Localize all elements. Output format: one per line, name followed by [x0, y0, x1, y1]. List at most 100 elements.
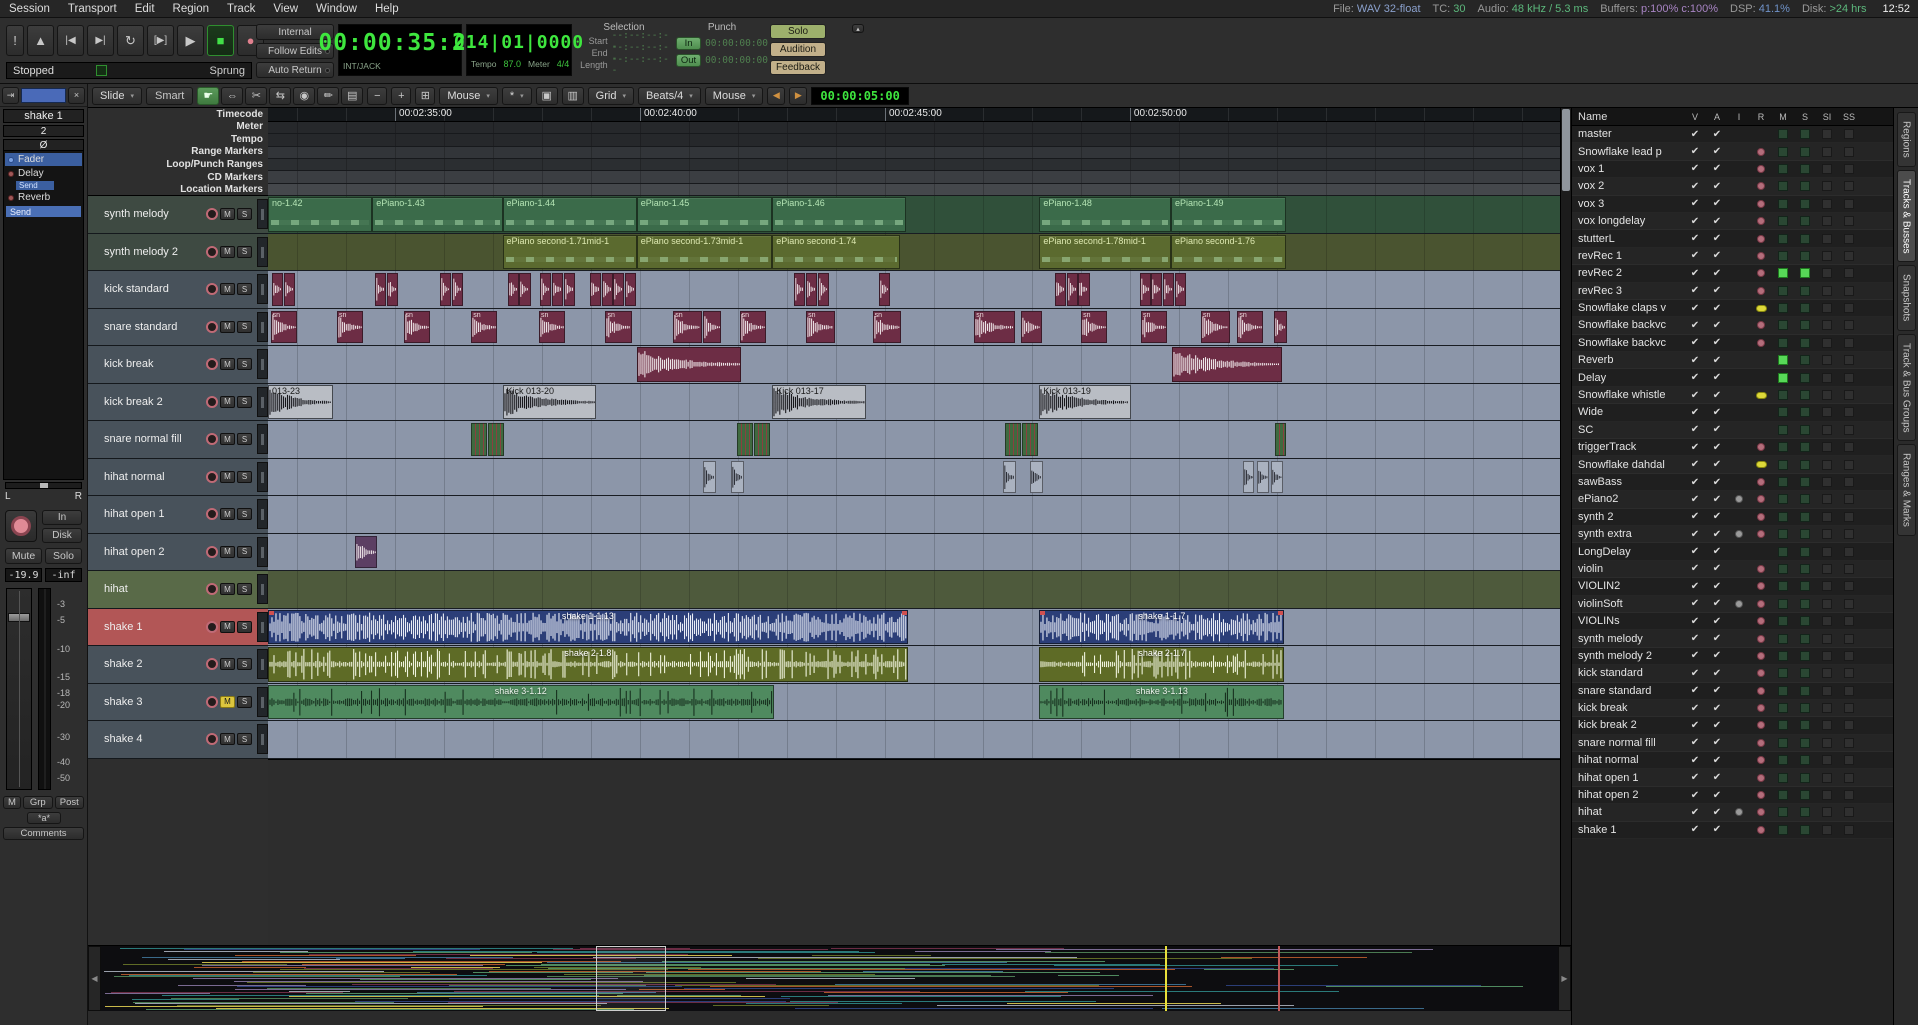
route-solo-safe-cell[interactable] [1838, 355, 1860, 365]
drum-hit-region[interactable] [1243, 461, 1255, 494]
route-visible-cell[interactable]: ✔ [1684, 668, 1706, 679]
track-record-button[interactable] [206, 208, 218, 220]
drum-hit-region[interactable] [1163, 273, 1174, 306]
route-solo-cell[interactable] [1794, 390, 1816, 400]
route-solo-safe-cell[interactable] [1838, 303, 1860, 313]
route-solo-cell[interactable] [1794, 268, 1816, 278]
drum-hit-region[interactable]: sn [806, 311, 835, 344]
route-solo-safe-cell[interactable] [1838, 164, 1860, 174]
route-solo-iso-cell[interactable] [1816, 547, 1838, 557]
track-header-shake-4[interactable]: shake 4MS [88, 721, 268, 759]
track-solo-button[interactable]: S [237, 621, 252, 633]
route-row[interactable]: Snowflake dahdal✔✔ [1572, 456, 1893, 473]
route-row[interactable]: vox 1✔✔ [1572, 161, 1893, 178]
track-solo-button[interactable]: S [237, 246, 252, 258]
track-scroll-widget[interactable] [257, 424, 268, 454]
route-mute-cell[interactable] [1772, 773, 1794, 783]
route-solo-safe-cell[interactable] [1838, 581, 1860, 591]
track-scroll-widget[interactable] [257, 537, 268, 567]
audio-region[interactable]: Kick 013-17 [772, 385, 866, 420]
route-active-cell[interactable]: ✔ [1706, 250, 1728, 261]
route-solo-safe-cell[interactable] [1838, 807, 1860, 817]
drum-hit-region[interactable]: sn [337, 311, 363, 344]
route-active-cell[interactable]: ✔ [1706, 146, 1728, 157]
route-solo-cell[interactable] [1794, 216, 1816, 226]
route-input-cell[interactable] [1728, 600, 1750, 608]
track-scroll-widget[interactable] [257, 724, 268, 754]
track-header-hihat-open-2[interactable]: hihat open 2MS [88, 534, 268, 572]
route-visible-cell[interactable]: ✔ [1684, 459, 1706, 470]
route-solo-iso-cell[interactable] [1816, 355, 1838, 365]
menu-view[interactable]: View [264, 3, 307, 15]
range-tool[interactable]: ⇔ [221, 87, 243, 105]
route-rec-cell[interactable] [1750, 756, 1772, 764]
audio-region[interactable]: shake 3-1.13 [1039, 685, 1284, 720]
route-solo-safe-cell[interactable] [1838, 268, 1860, 278]
route-visible-cell[interactable]: ✔ [1684, 790, 1706, 801]
drum-hit-region[interactable] [272, 273, 283, 306]
drum-hit-region[interactable] [590, 273, 601, 306]
route-solo-cell[interactable] [1794, 129, 1816, 139]
route-solo-cell[interactable] [1794, 720, 1816, 730]
track-scroll-widget[interactable] [257, 574, 268, 604]
peak-value[interactable]: -inf [45, 568, 82, 582]
route-row[interactable]: ePiano2✔✔ [1572, 491, 1893, 508]
route-row[interactable]: kick break 2✔✔ [1572, 717, 1893, 734]
route-rec-cell[interactable] [1750, 669, 1772, 677]
feedback-button[interactable]: Feedback [770, 60, 826, 75]
grid-unit-combo[interactable]: Beats/4▾ [638, 87, 701, 105]
goto-end-button[interactable]: ▶| [87, 25, 114, 56]
drum-hit-region[interactable] [1005, 423, 1021, 456]
audio-region[interactable]: Kick 013-20 [503, 385, 597, 420]
drum-hit-region[interactable] [703, 311, 721, 344]
route-solo-safe-cell[interactable] [1838, 442, 1860, 452]
drum-hit-region[interactable] [1257, 461, 1269, 494]
route-active-cell[interactable]: ✔ [1706, 755, 1728, 766]
track-solo-button[interactable]: S [237, 396, 252, 408]
route-visible-cell[interactable]: ✔ [1684, 616, 1706, 627]
route-solo-cell[interactable] [1794, 164, 1816, 174]
track-mute-button[interactable]: M [220, 208, 235, 220]
route-solo-iso-cell[interactable] [1816, 720, 1838, 730]
play-button[interactable]: ▶ [177, 25, 204, 56]
route-rec-cell[interactable] [1750, 652, 1772, 660]
route-solo-cell[interactable] [1794, 755, 1816, 765]
route-active-cell[interactable]: ✔ [1706, 181, 1728, 192]
punch-out-button[interactable]: Out [676, 54, 701, 67]
route-rec-cell[interactable] [1750, 217, 1772, 225]
route-active-cell[interactable]: ✔ [1706, 633, 1728, 644]
audio-region[interactable]: shake 1-1.7 [1039, 610, 1284, 645]
route-solo-iso-cell[interactable] [1816, 634, 1838, 644]
route-solo-safe-cell[interactable] [1838, 738, 1860, 748]
route-active-cell[interactable]: ✔ [1706, 216, 1728, 227]
track-solo-button[interactable]: S [237, 471, 252, 483]
route-solo-iso-cell[interactable] [1816, 164, 1838, 174]
drum-hit-region[interactable] [1275, 423, 1285, 456]
canvas-vertical-scrollbar[interactable] [1560, 108, 1571, 945]
route-solo-safe-cell[interactable] [1838, 825, 1860, 835]
route-active-cell[interactable]: ✔ [1706, 390, 1728, 401]
route-active-cell[interactable]: ✔ [1706, 477, 1728, 488]
side-tab-regions[interactable]: Regions [1897, 112, 1916, 167]
track-mute-button[interactable]: M [220, 583, 235, 595]
drum-hit-region[interactable] [440, 273, 451, 306]
pan-handle[interactable] [40, 483, 48, 488]
audio-region[interactable]: shake 2-1.8 [268, 647, 908, 682]
route-mute-cell[interactable] [1772, 512, 1794, 522]
track-record-button[interactable] [206, 621, 218, 633]
drum-hit-region[interactable]: sn [1141, 311, 1167, 344]
route-solo-iso-cell[interactable] [1816, 286, 1838, 296]
route-visible-cell[interactable]: ✔ [1684, 511, 1706, 522]
route-active-cell[interactable]: ✔ [1706, 320, 1728, 331]
track-lane-kick-break-2[interactable]: 013-23Kick 013-20Kick 013-17Kick 013-19 [268, 384, 1571, 422]
punch-in-clock[interactable]: 00:00:00:00 [705, 38, 768, 49]
route-solo-cell[interactable] [1794, 825, 1816, 835]
route-active-cell[interactable]: ✔ [1706, 268, 1728, 279]
route-row[interactable]: VIOLINs✔✔ [1572, 613, 1893, 630]
metering-point-button[interactable]: M [3, 796, 21, 809]
drum-hit-region[interactable] [1003, 461, 1016, 494]
auto-return-button[interactable]: Auto Return [256, 62, 334, 78]
audio-region[interactable]: 013-23 [268, 385, 333, 420]
track-header-synth-melody[interactable]: synth melodyMS [88, 196, 268, 234]
overlaid-layers-button[interactable]: ▥ [562, 87, 584, 105]
